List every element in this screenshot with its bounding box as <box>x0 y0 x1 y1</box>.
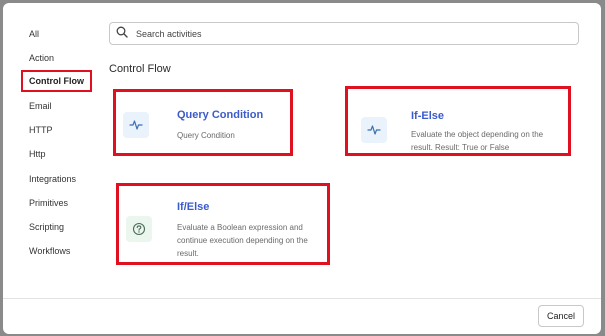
pulse-icon <box>361 117 387 143</box>
sidebar-item-all[interactable]: All <box>29 29 39 39</box>
card-title: If-Else <box>411 110 445 122</box>
card-description: Evaluate the object depending on the res… <box>411 130 544 152</box>
sidebar-item-http[interactable]: Http <box>29 149 46 159</box>
card-description: Evaluate a Boolean expression and contin… <box>177 223 308 258</box>
activity-card-if-slash-else[interactable]: If/Else Evaluate a Boolean expression an… <box>116 183 330 265</box>
sidebar-item-scripting[interactable]: Scripting <box>29 222 64 232</box>
sidebar-item-primitives[interactable]: Primitives <box>29 198 68 208</box>
activity-card-if-else[interactable]: If-Else Evaluate the object depending on… <box>345 86 571 156</box>
card-title: Query Condition <box>177 109 264 121</box>
cancel-button[interactable]: Cancel <box>538 305 584 327</box>
sidebar-item-action[interactable]: Action <box>29 53 54 63</box>
search-input[interactable] <box>134 27 538 40</box>
activity-card-query-condition[interactable]: Query Condition Query Condition <box>113 89 293 156</box>
dialog-footer: Cancel <box>3 298 601 334</box>
sidebar-item-http-upper[interactable]: HTTP <box>29 125 53 135</box>
pulse-icon <box>123 112 149 138</box>
sidebar-item-email[interactable]: Email <box>29 101 52 111</box>
sidebar-item-integrations[interactable]: Integrations <box>29 174 76 184</box>
question-circle-icon <box>126 216 152 242</box>
category-sidebar: All Action Control Flow Email HTTP Http … <box>3 3 98 298</box>
card-title: If/Else <box>177 201 210 213</box>
section-title: Control Flow <box>109 63 171 75</box>
search-box[interactable] <box>109 22 579 45</box>
sidebar-item-control-flow[interactable]: Control Flow <box>21 70 92 92</box>
search-icon <box>116 25 128 43</box>
card-description: Query Condition <box>177 131 235 140</box>
add-activity-dialog: All Action Control Flow Email HTTP Http … <box>3 3 601 334</box>
sidebar-item-workflows[interactable]: Workflows <box>29 246 70 256</box>
